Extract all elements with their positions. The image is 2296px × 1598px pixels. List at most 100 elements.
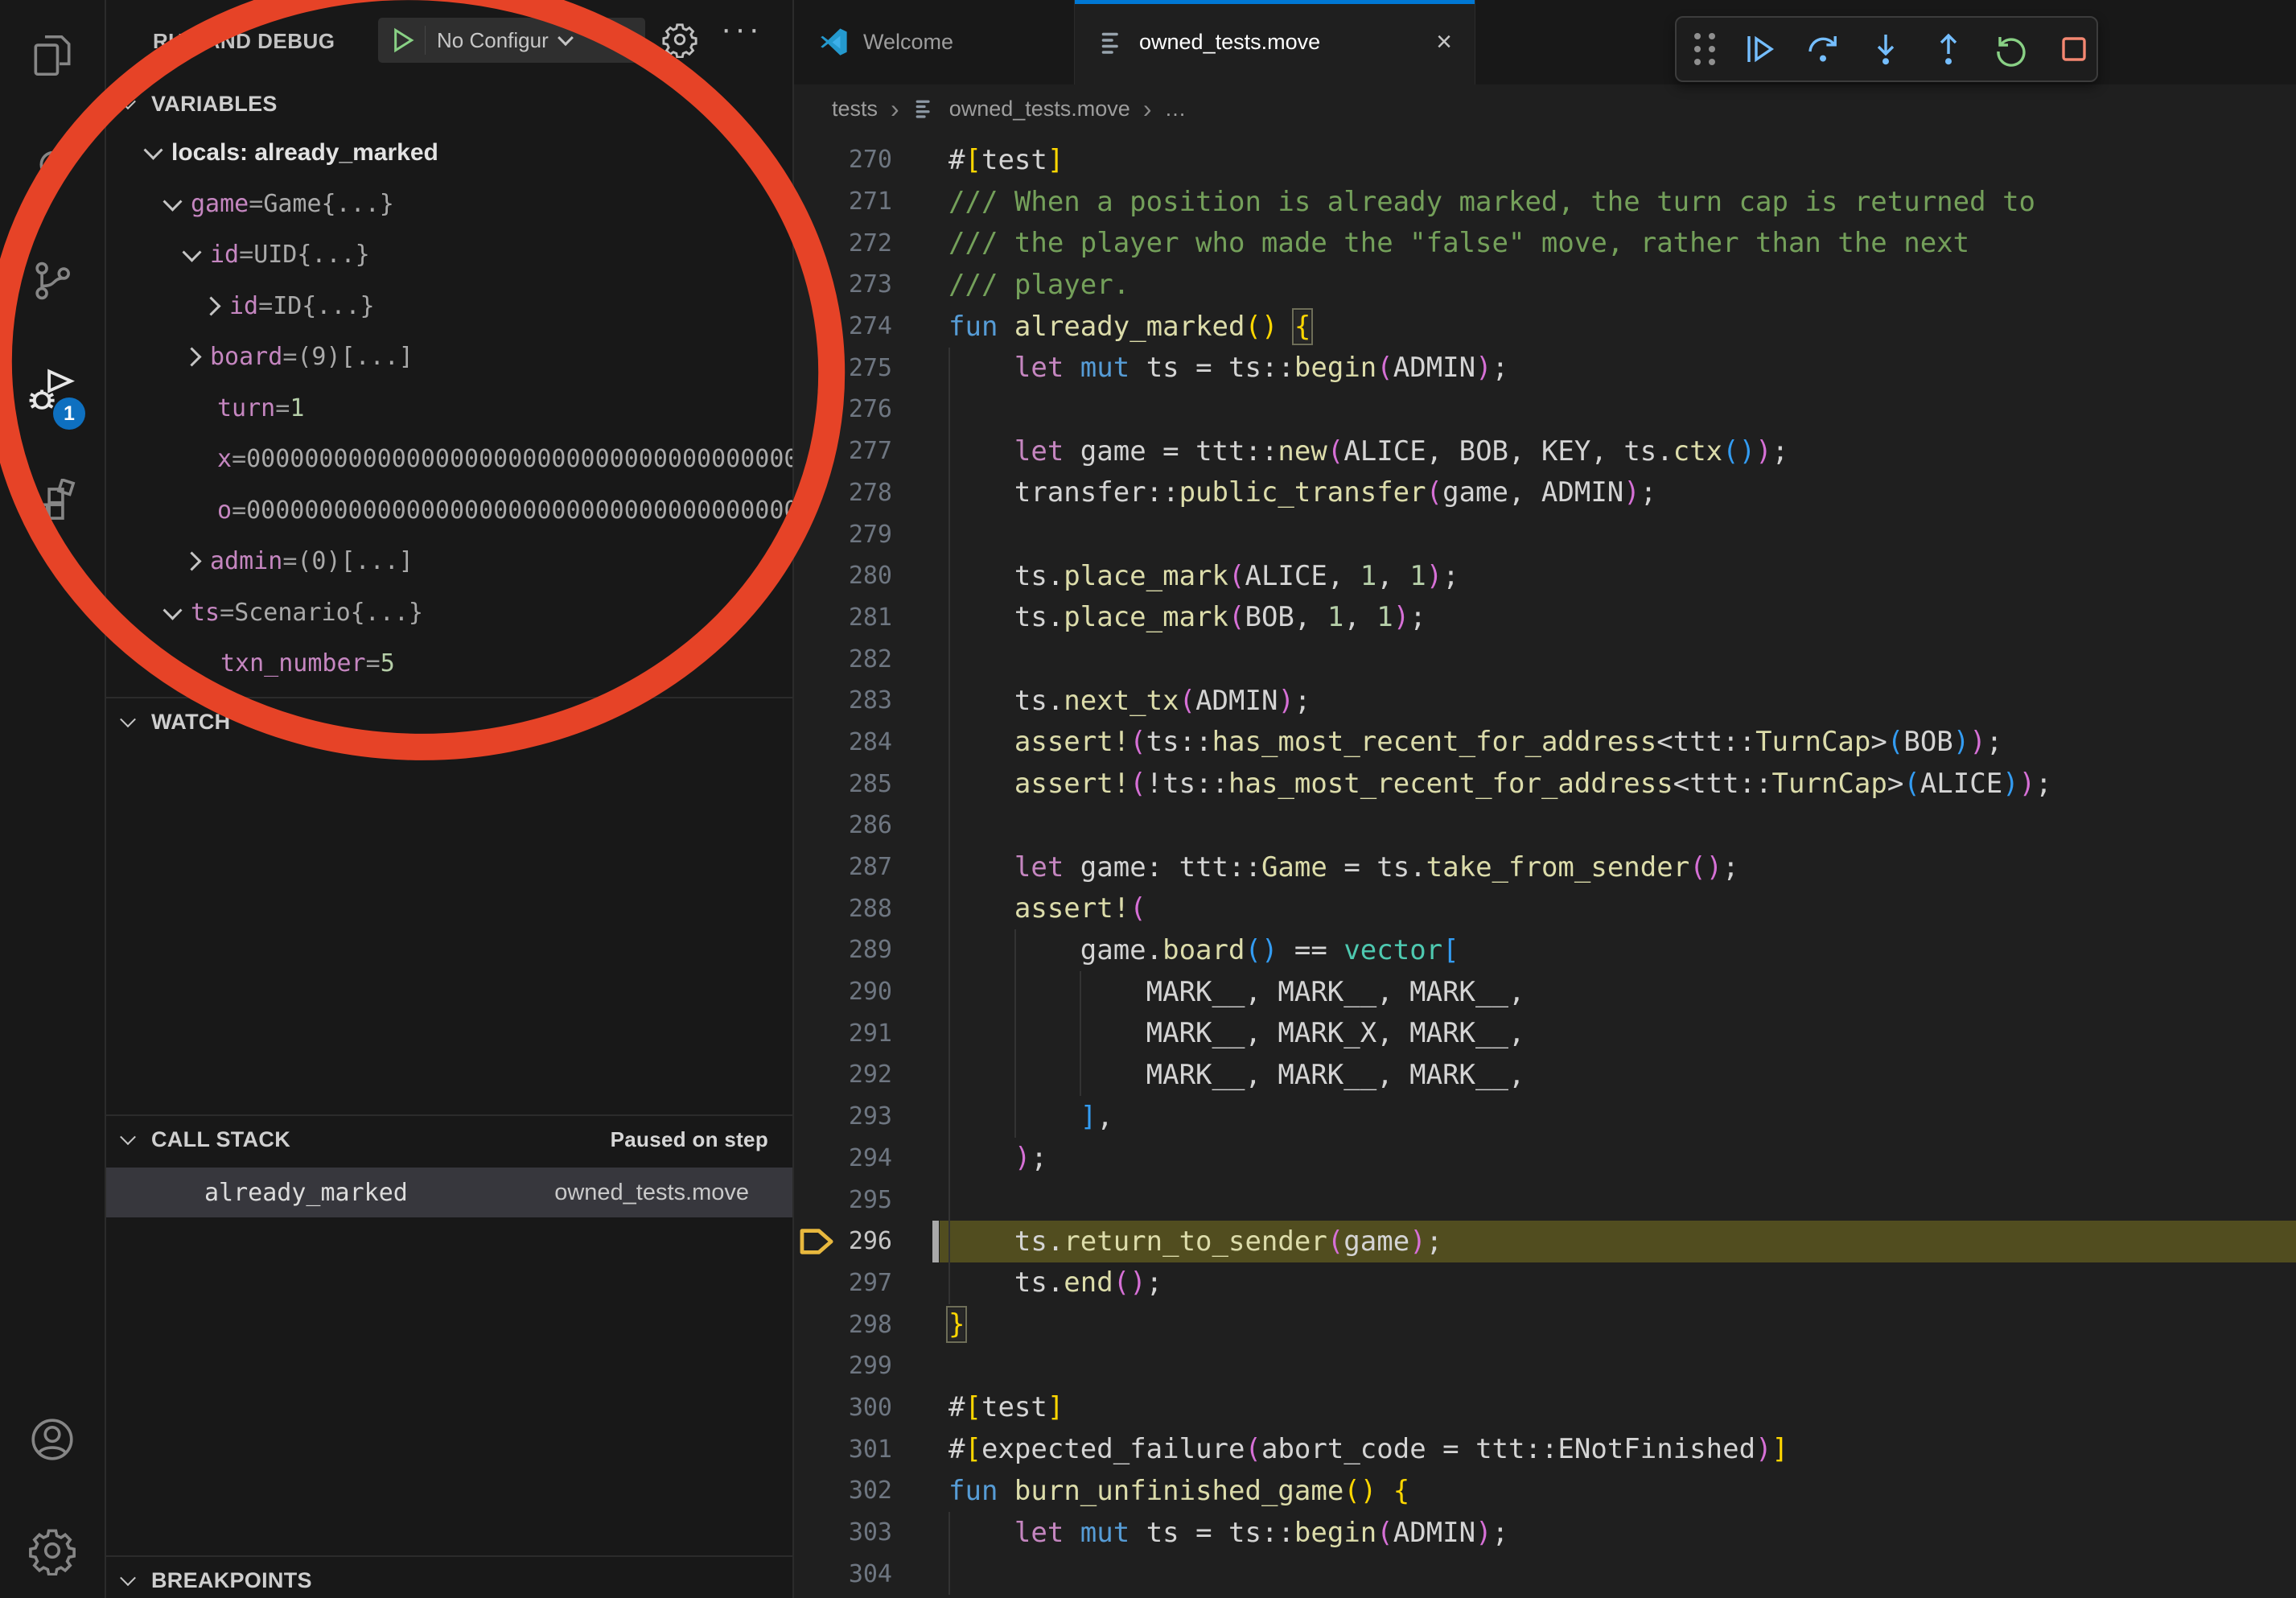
breakpoint-gutter[interactable] — [794, 1179, 841, 1221]
line-number[interactable]: 304 — [841, 1560, 892, 1588]
variable-row[interactable]: game = Game{...} — [106, 179, 792, 230]
breakpoint-gutter[interactable] — [794, 264, 841, 306]
line-number[interactable]: 286 — [841, 811, 892, 839]
line-number[interactable]: 280 — [841, 562, 892, 590]
breakpoint-gutter[interactable] — [794, 181, 841, 223]
breakpoint-gutter[interactable] — [794, 1054, 841, 1096]
watch-header[interactable]: WATCH — [106, 698, 792, 745]
code-line[interactable]: 300#[test] — [794, 1387, 2296, 1429]
code-line[interactable]: 277 let game = ttt::new(ALICE, BOB, KEY,… — [794, 430, 2296, 472]
breakpoint-gutter[interactable] — [794, 597, 841, 639]
line-number[interactable]: 297 — [841, 1269, 892, 1297]
line-number[interactable]: 277 — [841, 437, 892, 465]
debug-settings-gear-icon[interactable] — [661, 21, 698, 58]
breakpoint-gutter[interactable] — [794, 1221, 841, 1262]
debug-config-dropdown[interactable]: No Configur — [378, 18, 645, 63]
code-line[interactable]: 293 ], — [794, 1096, 2296, 1138]
code-line[interactable]: 292 MARK__, MARK__, MARK__, — [794, 1054, 2296, 1096]
line-number[interactable]: 298 — [841, 1311, 892, 1339]
line-number[interactable]: 281 — [841, 603, 892, 632]
breakpoint-gutter[interactable] — [794, 222, 841, 264]
line-number[interactable]: 299 — [841, 1352, 892, 1380]
breadcrumb-file[interactable]: owned_tests.move — [949, 97, 1130, 121]
variable-row[interactable]: id = UID{...} — [106, 229, 792, 281]
code-line[interactable]: 287 let game: ttt::Game = ts.take_from_s… — [794, 846, 2296, 888]
breakpoint-gutter[interactable] — [794, 472, 841, 514]
code-line[interactable]: 276 — [794, 389, 2296, 430]
breadcrumb-symbol[interactable]: … — [1164, 97, 1186, 121]
variable-row[interactable]: turn = 1 — [106, 383, 792, 435]
breakpoint-gutter[interactable] — [794, 513, 841, 555]
breakpoint-gutter[interactable] — [794, 430, 841, 472]
chevron-down-icon[interactable] — [143, 141, 163, 160]
variable-row[interactable]: admin = (0)[...] — [106, 536, 792, 587]
line-number[interactable]: 290 — [841, 978, 892, 1006]
code-line[interactable]: 278 transfer::public_transfer(game, ADMI… — [794, 472, 2296, 514]
line-number[interactable]: 270 — [841, 146, 892, 174]
breakpoint-gutter[interactable] — [794, 389, 841, 430]
code-line[interactable]: 299 — [794, 1345, 2296, 1387]
line-number[interactable]: 293 — [841, 1102, 892, 1131]
variable-row[interactable]: x = 000000000000000000000000000000000000… — [106, 434, 792, 485]
drag-handle-icon[interactable] — [1694, 33, 1717, 65]
chevron-right-icon[interactable] — [201, 296, 220, 315]
breakpoint-gutter[interactable] — [794, 1553, 841, 1595]
line-number[interactable]: 284 — [841, 728, 892, 756]
tab-welcome[interactable]: Welcome — [794, 0, 1075, 84]
breakpoint-gutter[interactable] — [794, 1387, 841, 1429]
breakpoint-gutter[interactable] — [794, 1138, 841, 1180]
chevron-right-icon[interactable] — [182, 348, 201, 367]
breakpoint-gutter[interactable] — [794, 722, 841, 764]
step-into-button[interactable] — [1866, 30, 1905, 68]
breakpoint-gutter[interactable] — [794, 1304, 841, 1345]
line-number[interactable]: 271 — [841, 187, 892, 216]
step-over-button[interactable] — [1804, 30, 1842, 68]
line-number[interactable]: 291 — [841, 1019, 892, 1048]
breakpoints-header[interactable]: BREAKPOINTS — [106, 1557, 792, 1598]
breakpoint-gutter[interactable] — [794, 971, 841, 1013]
line-number[interactable]: 288 — [841, 895, 892, 923]
code-line[interactable]: 282 — [794, 638, 2296, 680]
line-number[interactable]: 272 — [841, 229, 892, 257]
breakpoint-gutter[interactable] — [794, 555, 841, 597]
variable-row[interactable]: o = 000000000000000000000000000000000000… — [106, 485, 792, 537]
line-number[interactable]: 273 — [841, 270, 892, 299]
account-icon[interactable] — [27, 1415, 77, 1464]
chevron-down-icon[interactable] — [163, 192, 182, 211]
breakpoint-gutter[interactable] — [794, 1096, 841, 1138]
variable-row[interactable]: board = (9)[...] — [106, 332, 792, 383]
code-line[interactable]: 286 — [794, 805, 2296, 846]
line-number[interactable]: 294 — [841, 1144, 892, 1172]
code-line[interactable]: 273/// player. — [794, 264, 2296, 306]
breakpoint-gutter[interactable] — [794, 1262, 841, 1304]
source-control-icon[interactable] — [27, 256, 77, 306]
stop-button[interactable] — [2055, 30, 2093, 68]
more-actions-icon[interactable]: ··· — [721, 11, 758, 48]
line-number[interactable]: 302 — [841, 1477, 892, 1505]
code-line[interactable]: 295 — [794, 1179, 2296, 1221]
code-line[interactable]: 302fun burn_unfinished_game() { — [794, 1470, 2296, 1512]
code-line[interactable]: 289 game.board() == vector[ — [794, 929, 2296, 971]
code-line[interactable]: 298} — [794, 1304, 2296, 1345]
line-number[interactable]: 274 — [841, 312, 892, 340]
code-line[interactable]: 288 assert!( — [794, 888, 2296, 929]
variable-row[interactable]: ts = Scenario{...} — [106, 587, 792, 639]
breakpoint-gutter[interactable] — [794, 929, 841, 971]
line-number[interactable]: 279 — [841, 521, 892, 549]
line-number[interactable]: 296 — [841, 1227, 892, 1255]
step-out-button[interactable] — [1929, 30, 1968, 68]
continue-button[interactable] — [1741, 30, 1780, 68]
variable-row[interactable]: id = ID{...} — [106, 281, 792, 332]
line-number[interactable]: 276 — [841, 395, 892, 423]
line-number[interactable]: 303 — [841, 1518, 892, 1547]
breakpoint-gutter[interactable] — [794, 763, 841, 805]
breakpoint-gutter[interactable] — [794, 1470, 841, 1512]
breakpoint-gutter[interactable] — [794, 638, 841, 680]
code-line[interactable]: 296 ts.return_to_sender(game); — [794, 1221, 2296, 1262]
code-line[interactable]: 297 ts.end(); — [794, 1262, 2296, 1304]
breakpoint-gutter[interactable] — [794, 805, 841, 846]
close-icon[interactable]: × — [1436, 27, 1452, 58]
line-number[interactable]: 289 — [841, 936, 892, 964]
code-line[interactable]: 291 MARK__, MARK_X, MARK__, — [794, 1012, 2296, 1054]
breakpoint-gutter[interactable] — [794, 347, 841, 389]
